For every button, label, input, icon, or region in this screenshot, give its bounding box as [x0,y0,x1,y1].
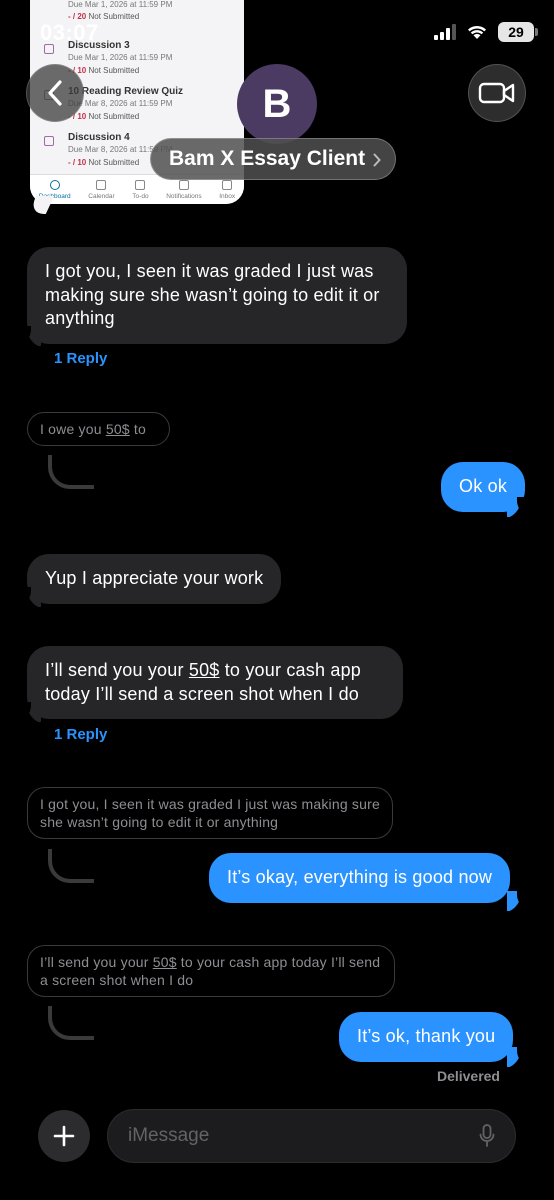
inbox-icon [222,180,233,190]
chevron-right-icon [373,153,381,167]
video-camera-icon [478,82,515,104]
quoted-message[interactable]: I’ll send you your 50$ to your cash app … [27,945,395,997]
message-input-placeholder: iMessage [128,1125,210,1146]
contact-name-button[interactable]: Bam X Essay Client [150,138,397,180]
thread-connector [48,455,94,489]
quoted-message[interactable]: I got you, I seen it was graded I just w… [27,787,393,839]
incoming-message[interactable]: I’ll send you your 50$ to your cash app … [27,646,403,719]
bubble-tail [21,326,41,346]
thread-reply-link[interactable]: 1 Reply [54,726,107,743]
lock-icon [44,136,54,146]
thread-connector [48,849,94,883]
thread-reply-link[interactable]: 1 Reply [54,350,107,367]
incoming-message[interactable]: Yup I appreciate your work [27,554,282,604]
bubble-tail [507,891,527,911]
todo-icon [135,180,146,190]
calendar-icon [96,180,107,190]
delivered-status: Delivered [436,1068,500,1084]
contact-name: Bam X Essay Client [169,147,366,170]
contact-avatar[interactable]: B [237,64,317,144]
outgoing-message[interactable]: It’s ok, thank you [339,1012,514,1062]
bubble-tail [21,702,41,722]
tab-inbox: Inbox [219,180,235,200]
dashboard-icon [49,180,60,190]
outgoing-message[interactable]: It’s okay, everything is good now [209,853,511,903]
tab-notifications: Notifications [166,180,202,200]
plus-icon [53,1125,75,1147]
add-attachment-button[interactable] [38,1110,90,1162]
message-input[interactable]: iMessage [107,1109,516,1163]
battery-icon: 29 [498,22,538,42]
back-button[interactable] [26,64,84,122]
bubble-tail [21,587,41,607]
tab-todo: To-do [132,180,149,200]
bubble-tail [507,1047,527,1067]
tab-calendar: Calendar [88,180,115,200]
thread-connector [48,1006,94,1040]
wifi-icon [468,25,486,39]
microphone-icon[interactable] [479,1124,495,1148]
quoted-message[interactable]: I owe you 50$ to [27,412,170,446]
chevron-left-icon [48,80,62,106]
status-icons: 29 [434,22,538,42]
facetime-video-button[interactable] [468,64,526,122]
signal-icon [434,24,456,40]
status-time: 03:07 [40,20,99,45]
incoming-message[interactable]: I got you, I seen it was graded I just w… [27,247,407,344]
bell-icon [178,180,189,190]
bubble-tail [507,497,527,517]
